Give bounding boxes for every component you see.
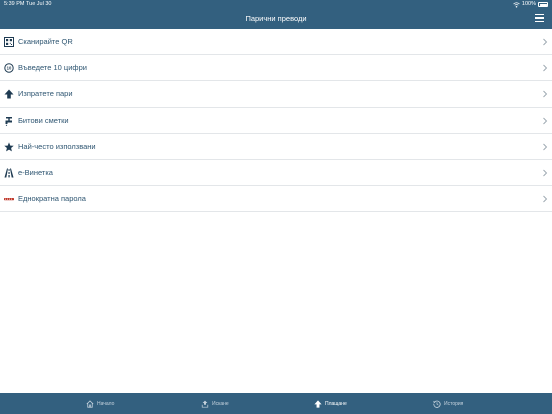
tab-label: История [444,400,464,407]
list-item-most-used[interactable]: Най-често използвани [0,134,552,160]
list-item-label: е-Винетка [18,167,53,177]
chevron-right-icon [543,143,548,151]
star-icon [4,142,14,152]
tab-label: Начало [97,400,115,407]
digits-icon: 10 [4,63,14,73]
list-item-label: Най-често използвани [18,141,96,151]
send-arrow-icon [4,89,14,99]
status-date: Tue Jul 30 [26,1,52,7]
chevron-right-icon [543,91,548,98]
list-item-one-time-password[interactable]: Еднократна парола [0,186,552,213]
list-item-utility-bills[interactable]: Битови сметки [0,108,552,134]
list-item-scan-qr[interactable]: Сканирайте QR [0,29,552,56]
list-item-enter-digits[interactable]: 10 Въведете 10 цифри [0,55,552,82]
otp-icon [4,194,14,204]
battery-icon [538,2,548,7]
tab-home[interactable]: Начало [86,393,114,414]
status-bar: 5:39 PM Tue Jul 30 100% [0,0,552,9]
page-title: Парични преводи [245,14,307,23]
battery-percent: 100% [521,1,536,7]
chevron-right-icon [543,64,548,72]
tab-label: Плащане [325,400,347,407]
history-icon [433,400,441,408]
list-item-label: Изпратете пари [18,89,73,99]
wifi-icon [513,1,520,8]
list-item-send-money[interactable]: Изпратете пари [0,81,552,108]
list-item-label: Въведете 10 цифри [18,63,87,73]
tab-request[interactable]: Искане [201,393,229,414]
chevron-right-icon [543,38,548,46]
road-icon [4,168,14,178]
tab-history[interactable]: История [433,393,463,414]
qr-code-icon [4,37,14,47]
request-icon [201,400,209,408]
payment-options-list: Сканирайте QR 10 Въведете 10 цифри Изпра… [0,29,552,213]
status-time: 5:39 PM [4,1,25,7]
hamburger-menu-icon[interactable] [535,14,544,22]
top-bar: 5:39 PM Tue Jul 30 100% Парични преводи [0,0,552,29]
list-item-label: Сканирайте QR [18,37,73,46]
chevron-right-icon [543,169,548,177]
list-item-label: Битови сметки [18,115,69,125]
tab-payment[interactable]: Плащане [314,393,347,414]
status-right: 100% [513,0,548,9]
utility-tap-icon [4,116,14,126]
tab-label: Искане [212,400,229,407]
payment-icon [314,399,322,408]
chevron-right-icon [543,195,548,203]
svg-text:10: 10 [7,66,12,71]
bottom-tab-bar: Начало Искане Плащане История [0,393,552,414]
home-icon [86,399,94,408]
list-item-label: Еднократна парола [18,194,86,204]
chevron-right-icon [543,117,548,124]
list-item-e-vignette[interactable]: е-Винетка [0,160,552,187]
